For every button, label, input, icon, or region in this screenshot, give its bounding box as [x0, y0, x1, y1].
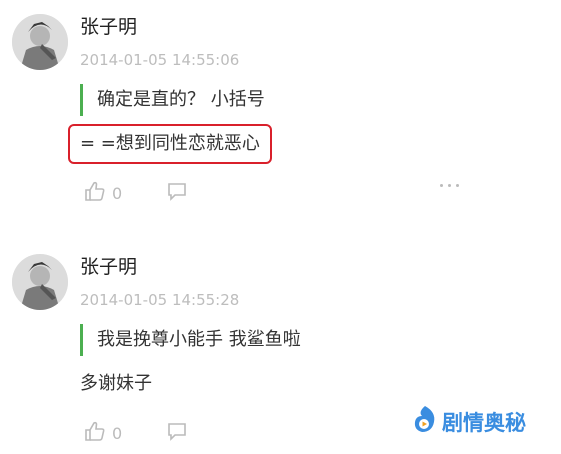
dot — [448, 184, 451, 187]
more-icon[interactable] — [440, 184, 459, 187]
like-count: 0 — [112, 423, 123, 443]
thumbs-up-icon — [84, 420, 106, 446]
comment-icon — [166, 420, 188, 446]
like-count: 0 — [112, 183, 123, 203]
avatar[interactable] — [12, 254, 68, 310]
reply-text: 多谢妹子 — [80, 373, 152, 394]
comment-button[interactable] — [166, 180, 188, 206]
like-button[interactable]: 0 — [84, 180, 122, 206]
quoted-text: 确定是直的？ 小括号 — [80, 84, 265, 116]
dot — [456, 184, 459, 187]
watermark-logo-icon — [412, 404, 442, 439]
username[interactable]: 张子明 — [80, 254, 137, 280]
quoted-text: 我是挽尊小能手 我鲨鱼啦 — [80, 324, 301, 356]
like-button[interactable]: 0 — [84, 420, 122, 446]
dot — [440, 184, 443, 187]
avatar[interactable] — [12, 14, 68, 70]
comment-button[interactable] — [166, 420, 188, 446]
watermark: 剧情奥秘 — [412, 404, 526, 439]
thumbs-up-icon — [84, 180, 106, 206]
watermark-text: 剧情奥秘 — [442, 410, 526, 435]
timestamp: 2014-01-05 14:55:28 — [80, 291, 240, 309]
comment-icon — [166, 180, 188, 206]
username[interactable]: 张子明 — [80, 14, 137, 40]
comment-actions: 0 — [84, 180, 188, 206]
timestamp: 2014-01-05 14:55:06 — [80, 51, 240, 69]
reply-text: = =想到同性恋就恶心 — [68, 124, 272, 164]
comment-actions: 0 — [84, 420, 188, 446]
